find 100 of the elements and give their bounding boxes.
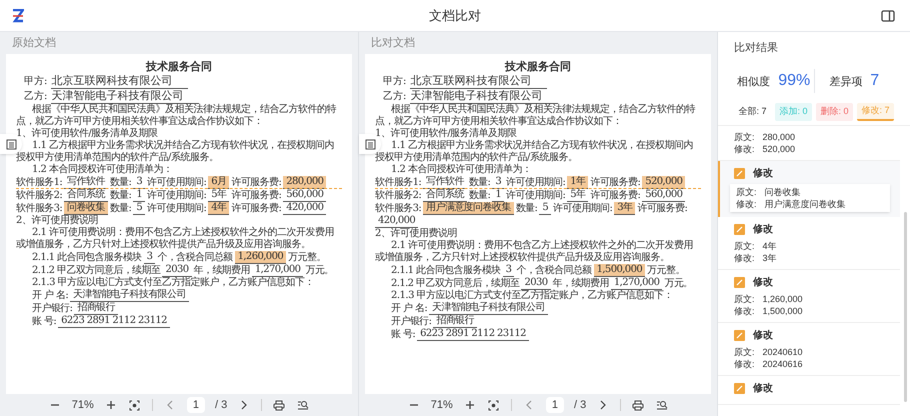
- party-label: 甲方:: [24, 75, 48, 89]
- change-value: 3年: [762, 252, 777, 264]
- change-value: 20240616: [762, 358, 803, 370]
- difference-count: 7: [870, 70, 880, 90]
- document-title: 技术服务合同: [505, 60, 571, 73]
- field-label: 许可使用期间:: [147, 177, 206, 189]
- difference-card[interactable]: 修改: [718, 376, 900, 404]
- party-name: 北京互联网科技有限公司: [410, 74, 548, 89]
- change-label: 原文:: [734, 346, 755, 358]
- field-label: 账 号:: [32, 316, 56, 328]
- form-field-value: 2030: [521, 277, 550, 290]
- field-label: 开 户 名:: [391, 303, 428, 315]
- field-label: 数量:: [110, 177, 132, 189]
- paragraph: 2.1.3 甲方应以电汇方式支付至乙方指定账户，乙方账户信息如下：: [391, 290, 674, 301]
- change-value: 520,000: [762, 142, 796, 154]
- field-label: 软件服务3:: [16, 203, 62, 215]
- change-label: 修改:: [734, 358, 755, 370]
- form-field-value: 560,000: [642, 189, 686, 202]
- print-icon[interactable]: [631, 398, 646, 412]
- panel-title: 比对结果: [734, 41, 779, 56]
- print-icon[interactable]: [272, 398, 286, 412]
- similarity-label: 相似度: [737, 74, 770, 90]
- field-label: 2.1.1 此合同包含服务模块: [32, 252, 142, 264]
- field-label: 软件服务3:: [375, 203, 422, 215]
- paragraph: 1.2 本合同授权许可使用清单为：: [391, 164, 532, 175]
- form-field-value: 3年: [614, 202, 636, 215]
- difference-card[interactable]: 修改 原文: 20240610 修改: 20240616: [718, 322, 900, 376]
- form-field-value: 1,270,000: [610, 277, 662, 290]
- scrollbar[interactable]: [904, 212, 907, 402]
- form-field-value: 2030: [162, 264, 192, 277]
- outline-icon[interactable]: [359, 134, 381, 154]
- form-field-value: 3: [502, 264, 514, 277]
- change-type: 修改: [753, 328, 773, 342]
- difference-card[interactable]: 修改 原文: 1,260,000 修改: 1,500,000: [718, 270, 900, 322]
- difference-card[interactable]: 修改 原文: 问卷收集 修改: 用户满意度问卷收集: [718, 160, 900, 216]
- edit-icon: [734, 330, 745, 340]
- fit-page-icon[interactable]: [486, 398, 501, 412]
- difference-count-label: 差异项: [829, 74, 862, 90]
- field-label: 万元。: [305, 265, 334, 277]
- change-label: 修改:: [734, 304, 755, 316]
- difference-card[interactable]: 修改 原文: 4年 修改: 3年: [718, 216, 900, 270]
- field-label: 开户银行:: [32, 303, 72, 315]
- form-field-value: 6223 2891 2112 23112: [58, 315, 170, 328]
- page-total: / 3: [214, 398, 228, 413]
- edit-icon: [734, 382, 745, 394]
- field-label: 数量:: [516, 203, 538, 215]
- form-field-value: 写作软件: [423, 176, 467, 189]
- field-label: 许可使用期间:: [506, 190, 566, 202]
- paragraph: 1、许可使用软件/服务清单及期限: [375, 128, 517, 139]
- form-field-value: 6月: [208, 176, 230, 189]
- form-field-value: 问卷收集: [64, 202, 108, 215]
- form-field-value: 用户满意度问卷收集: [423, 202, 514, 215]
- field-label: 许可服务费:: [231, 177, 282, 189]
- page-number-field[interactable]: 1: [546, 397, 564, 413]
- party-name: 天津智能电子科技有限公司: [51, 89, 200, 104]
- form-field-value: 3: [144, 251, 156, 264]
- fit-page-icon[interactable]: [128, 398, 142, 412]
- field-label: 许可服务费:: [231, 203, 282, 215]
- zoom-level: 71%: [430, 398, 453, 413]
- form-field-value: 天津智能电子科技有限公司: [429, 302, 548, 315]
- paragraph: 2.1.3 甲方应以电汇方式支付至乙方指定账户，乙方账户信息如下：: [32, 277, 314, 288]
- field-label: 个，含税合同总额: [516, 265, 592, 277]
- field-label: 许可使用期间:: [506, 177, 566, 189]
- field-label: 许可使用期间:: [147, 203, 206, 215]
- form-field-value: 5: [539, 202, 552, 215]
- change-value: 20240610: [762, 346, 803, 358]
- paragraph: 2、许可使用费说明: [375, 228, 457, 239]
- field-label: 软件服务2:: [16, 190, 62, 202]
- field-label: 万元整。: [288, 252, 326, 264]
- window-title: 文档比对: [429, 8, 481, 23]
- field-label: 数量:: [110, 190, 132, 202]
- paragraph: 1.2 本合同授权许可使用清单为：: [32, 164, 173, 175]
- page-number-field[interactable]: 1: [186, 397, 205, 413]
- field-label: 万元。: [664, 278, 693, 290]
- form-field-value: 560,000: [283, 189, 326, 202]
- field-label: 许可服务费:: [637, 203, 688, 215]
- search-icon[interactable]: [655, 398, 670, 412]
- form-field-value: 写作软件: [64, 176, 108, 189]
- change-label: 修改:: [734, 142, 755, 154]
- change-label: 修改:: [734, 252, 755, 264]
- panel-header: 比对文档: [371, 36, 415, 51]
- form-field-value: 招商银行: [433, 315, 477, 328]
- form-field-value: 280,000: [283, 176, 326, 189]
- logo-icon: [12, 8, 24, 22]
- field-label: 许可使用期间:: [553, 203, 612, 215]
- party-label: 甲方:: [383, 75, 406, 89]
- search-icon[interactable]: [296, 398, 310, 412]
- outline-icon[interactable]: [0, 134, 22, 154]
- field-label: 许可服务费:: [590, 190, 640, 202]
- change-type: 修改: [753, 276, 773, 290]
- change-label: 原文:: [734, 130, 755, 142]
- page-total: / 3: [574, 398, 586, 413]
- field-label: 许可服务费:: [590, 177, 640, 189]
- form-field-value: 520,000: [642, 176, 686, 189]
- paragraph: 2.1 许可使用费说明：费用不包含乙方上述授权软件之外的二次开发费用或增值服务，乙方只针对上述授权软件提供产品升级及应用咨询服务。: [16, 227, 334, 250]
- field-label: 软件服务1:: [375, 177, 422, 189]
- form-field-value: 天津智能电子科技有限公司: [70, 289, 189, 302]
- paragraph: 根据《中华人民共和国民法典》及相关法律法规规定，结合乙方软件的特点，就乙方许可甲方使用相关软件事宜达成合作协议如下：: [375, 104, 695, 127]
- form-field-value: 420,000: [375, 215, 418, 228]
- form-field-value: 3: [133, 176, 146, 189]
